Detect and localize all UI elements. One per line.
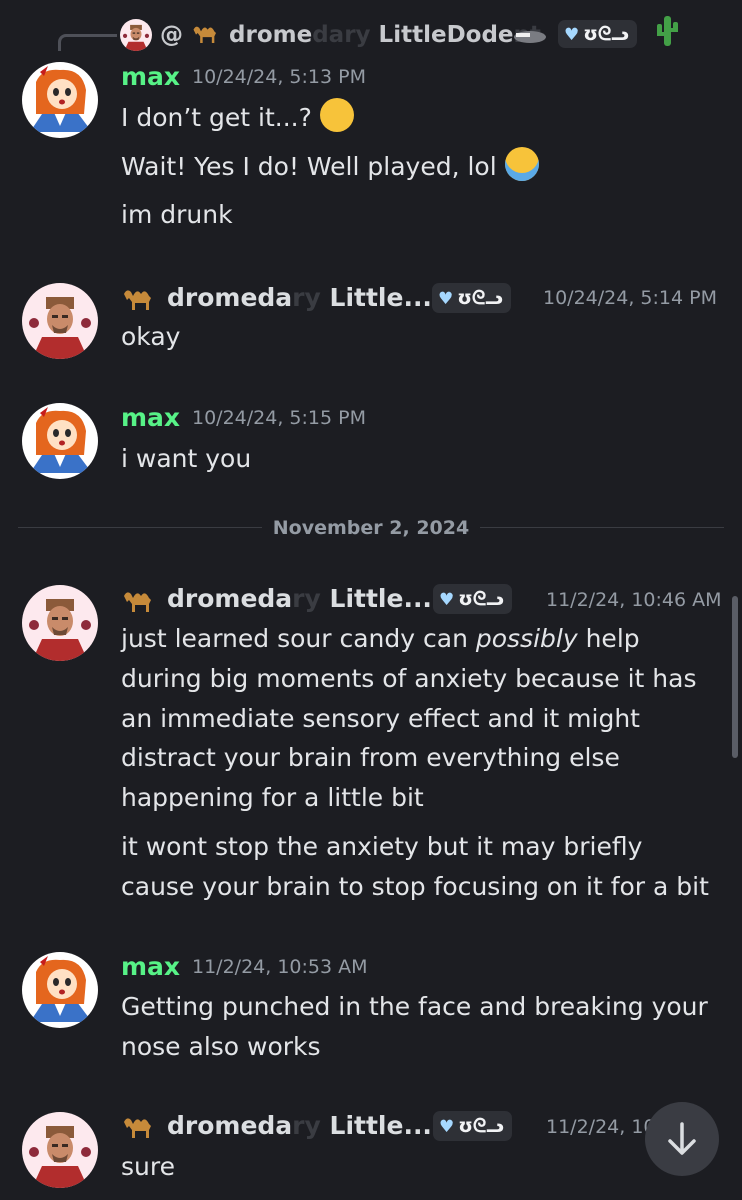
message-text: an immediate sensory effect and it might [121, 704, 640, 733]
message-text: I don’t get it...? [121, 98, 354, 138]
thinking-emoji-icon [319, 98, 354, 132]
message-text: distract your brain from everything else [121, 743, 620, 772]
author-name[interactable]: max [121, 952, 180, 982]
timestamp: 11/2/24, 10:53 AM [192, 956, 368, 978]
heart-icon: ♥ [564, 25, 580, 45]
camel-icon [121, 284, 157, 312]
camel-icon [191, 21, 221, 45]
avatar[interactable] [22, 403, 98, 479]
arrow-down-icon [668, 1122, 696, 1155]
reply-avatar[interactable] [120, 19, 152, 51]
reply-name-part: drome [229, 22, 313, 48]
author-name-faded: ry [292, 584, 321, 613]
message-line: just learned sour candy can [121, 624, 476, 653]
message-text: happening for a little bit [121, 783, 424, 812]
laughing-emoji-icon [504, 147, 539, 181]
date-divider-line-right [480, 527, 724, 528]
message-text: nose also works [121, 1032, 321, 1061]
message-text: Getting punched in the face and breaking… [121, 992, 708, 1021]
heart-icon: ♥ [439, 1117, 455, 1137]
reply-connector [58, 34, 117, 51]
message-text: just learned sour candy can possibly hel… [121, 619, 640, 659]
message-line: I don’t get it...? [121, 103, 312, 132]
cactus-icon [654, 14, 680, 48]
avatar[interactable] [22, 1112, 98, 1188]
role-badge[interactable]: ♥ ʊᘓᓗ [433, 584, 512, 614]
reply-name-part: LittleDode [370, 22, 514, 48]
author-name-part: dromeda [167, 1111, 293, 1140]
heart-icon: ♥ [438, 289, 454, 309]
avatar[interactable] [22, 62, 98, 138]
author-name[interactable]: dromedary Little... [167, 584, 432, 614]
camel-icon [121, 1112, 157, 1140]
reply-at: @ [160, 22, 183, 48]
message-line: Wait! Yes I do! Well played, lol [121, 152, 497, 181]
timestamp: 10/24/24, 5:13 PM [192, 66, 366, 88]
timestamp: 11/2/24, 10 [546, 1116, 656, 1138]
message-text: Wait! Yes I do! Well played, lol [121, 147, 539, 187]
author-name[interactable]: max [121, 62, 180, 92]
date-divider-label: November 2, 2024 [272, 517, 470, 539]
author-name-part: Little... [320, 1111, 432, 1140]
timestamp: 11/2/24, 10:46 AM [546, 589, 722, 611]
author-name[interactable]: dromedary Little... [167, 1111, 432, 1141]
timestamp: 10/24/24, 5:15 PM [192, 407, 366, 429]
badge-text: ʊᘓᓗ [458, 1115, 504, 1137]
reply-author[interactable]: @ dromedary LittleDodent [160, 20, 541, 50]
badge-text: ʊᘓᓗ [457, 287, 503, 309]
avatar[interactable] [22, 283, 98, 359]
timestamp: 10/24/24, 5:14 PM [543, 287, 717, 309]
emphasis-text: possibly [475, 624, 578, 653]
author-name[interactable]: dromedary Little... [167, 283, 432, 313]
role-badge[interactable]: ♥ ʊᘓᓗ [433, 1111, 512, 1141]
role-badge[interactable]: ♥ ʊᘓᓗ [432, 283, 511, 313]
scrollbar[interactable] [732, 596, 738, 758]
author-name-part: Little... [320, 584, 432, 613]
badge-text: ʊᘓᓗ [583, 23, 629, 45]
avatar[interactable] [22, 952, 98, 1028]
role-badge[interactable]: ♥ ʊᘓᓗ [558, 20, 637, 48]
author-name-faded: ry [292, 283, 321, 312]
message-text: cause your brain to stop focusing on it … [121, 872, 709, 901]
camel-icon [121, 586, 157, 614]
date-divider-line-left [18, 527, 262, 528]
message-text: during big moments of anxiety because it… [121, 664, 697, 693]
message-text: sure [121, 1152, 175, 1181]
reply-name-faded: dary [312, 22, 371, 48]
author-name-faded: ry [292, 1111, 321, 1140]
badge-text: ʊᘓᓗ [458, 588, 504, 610]
jump-to-bottom-button[interactable] [645, 1102, 719, 1176]
message-text: i want you [121, 444, 252, 473]
badger-icon [512, 28, 548, 44]
heart-icon: ♥ [439, 590, 455, 610]
avatar[interactable] [22, 585, 98, 661]
author-name-part: dromeda [167, 283, 293, 312]
message-text: okay [121, 322, 181, 351]
author-name[interactable]: max [121, 403, 180, 433]
message-line: help [577, 624, 640, 653]
message-text: im drunk [121, 200, 233, 229]
author-name-part: Little... [320, 283, 432, 312]
author-name-part: dromeda [167, 584, 293, 613]
message-text: it wont stop the anxiety but it may brie… [121, 832, 643, 861]
